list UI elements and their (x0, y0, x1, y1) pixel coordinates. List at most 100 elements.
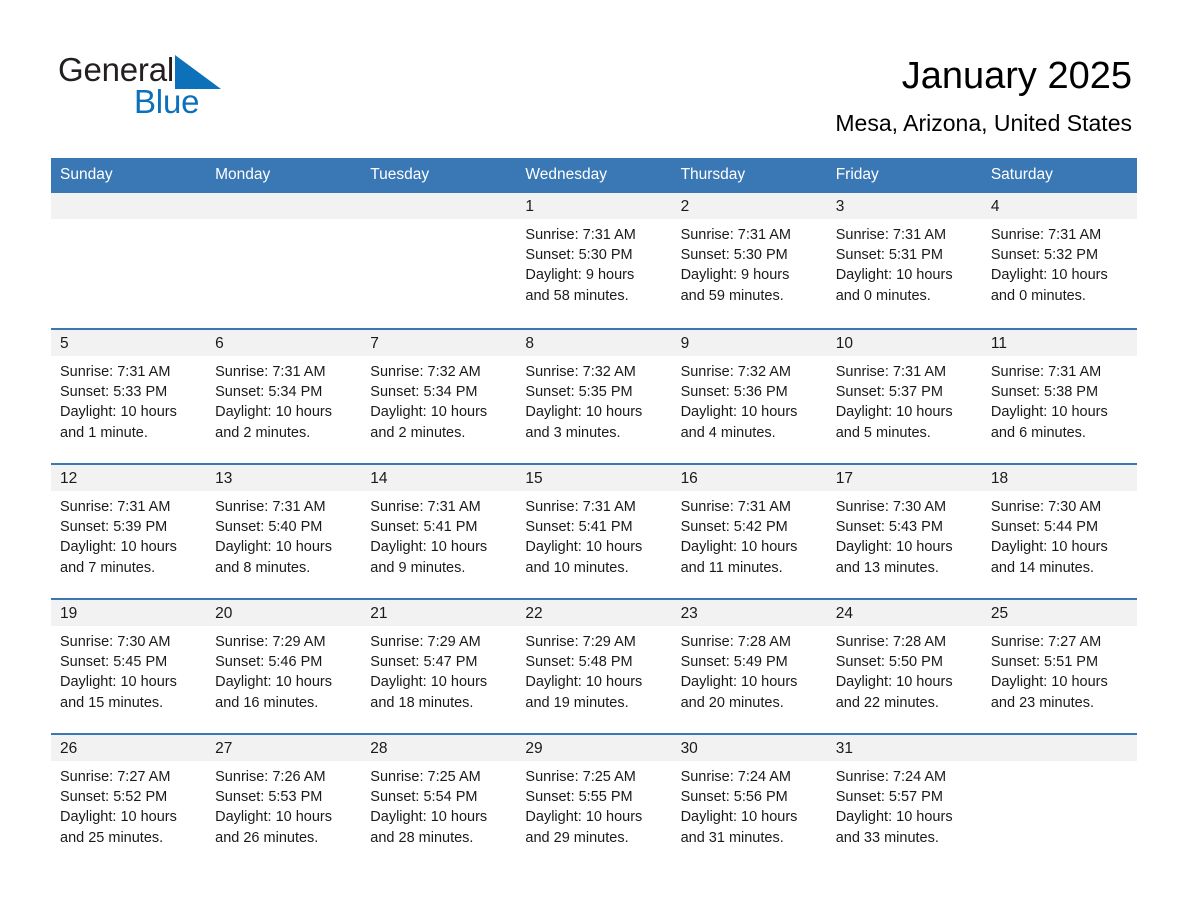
day-detail-line: Sunrise: 7:31 AM (835, 364, 947, 380)
weekday-header-friday: Friday (826, 158, 982, 193)
calendar-cell (206, 193, 362, 328)
calendar-day[interactable]: 10 Sunrise: 7:31 AM Sunset: 5:37 PM Dayligh… (826, 328, 982, 461)
calendar-day[interactable]: 25 Sunrise: 7:27 AM Sunset: 5:51 PM Dayligh… (981, 598, 1137, 731)
calendar-day-empty (981, 733, 1137, 866)
calendar-week-row: 12 Sunrise: 7:31 AM Sunset: 5:39 PM Dayligh… (51, 463, 1137, 598)
calendar-cell: 30 Sunrise: 7:24 AM Sunset: 5:56 PM Dayligh… (671, 733, 827, 868)
calendar-day[interactable]: 11 Sunrise: 7:31 AM Sunset: 5:38 PM Dayligh… (981, 328, 1137, 461)
calendar-day[interactable]: 18 Sunrise: 7:30 AM Sunset: 5:44 PM Dayligh… (981, 463, 1137, 596)
calendar-day[interactable]: 28 Sunrise: 7:25 AM Sunset: 5:54 PM Dayligh… (361, 733, 517, 866)
day-details: Sunrise: 7:26 AM Sunset: 5:53 PM Daylight:… (206, 761, 361, 848)
calendar-day[interactable]: 19 Sunrise: 7:30 AM Sunset: 5:45 PM Dayligh… (51, 598, 207, 731)
day-detail-line: Sunrise: 7:30 AM (990, 499, 1102, 515)
day-detail-line: Sunrise: 7:31 AM (990, 227, 1102, 243)
day-number (51, 193, 207, 219)
calendar-day[interactable]: 27 Sunrise: 7:26 AM Sunset: 5:53 PM Dayligh… (206, 733, 362, 866)
day-detail-line: Sunset: 5:43 PM (835, 519, 943, 536)
calendar-cell: 14 Sunrise: 7:31 AM Sunset: 5:41 PM Dayligh… (361, 463, 517, 598)
calendar-cell: 5 Sunrise: 7:31 AM Sunset: 5:33 PM Daylight… (51, 328, 207, 463)
day-detail-line: Daylight: 10 hours (370, 809, 488, 826)
day-number: 20 (206, 600, 362, 626)
calendar-cell: 2 Sunrise: 7:31 AM Sunset: 5:30 PM Daylight… (671, 193, 827, 328)
calendar-cell (51, 193, 207, 328)
calendar-day[interactable]: 14 Sunrise: 7:31 AM Sunset: 5:41 PM Dayligh… (361, 463, 517, 596)
calendar-day[interactable]: 26 Sunrise: 7:27 AM Sunset: 5:52 PM Dayligh… (51, 733, 207, 866)
calendar-day[interactable]: 17 Sunrise: 7:30 AM Sunset: 5:43 PM Dayligh… (826, 463, 982, 596)
calendar-day[interactable]: 13 Sunrise: 7:31 AM Sunset: 5:40 PM Dayligh… (206, 463, 362, 596)
day-detail-line: Daylight: 10 hours (60, 539, 177, 556)
calendar-cell: 19 Sunrise: 7:30 AM Sunset: 5:45 PM Dayligh… (51, 598, 207, 733)
day-detail-line: Daylight: 10 hours (60, 674, 177, 691)
day-details (206, 219, 361, 225)
calendar-day[interactable]: 23 Sunrise: 7:28 AM Sunset: 5:49 PM Dayligh… (671, 598, 827, 731)
calendar-day[interactable]: 22 Sunrise: 7:29 AM Sunset: 5:48 PM Dayligh… (516, 598, 672, 731)
calendar-day[interactable]: 4 Sunrise: 7:31 AM Sunset: 5:32 PM Daylight… (981, 193, 1137, 326)
day-detail-line: and 22 minutes. (835, 694, 939, 711)
day-number: 23 (671, 600, 827, 626)
calendar-day[interactable]: 12 Sunrise: 7:31 AM Sunset: 5:39 PM Dayligh… (51, 463, 207, 596)
calendar-day[interactable]: 1 Sunrise: 7:31 AM Sunset: 5:30 PM Daylight… (516, 193, 672, 326)
day-detail-line: and 5 minutes. (835, 424, 931, 441)
day-details: Sunrise: 7:27 AM Sunset: 5:51 PM Daylight:… (982, 626, 1137, 713)
title-block: January 2025 Mesa, Arizona, United State… (835, 52, 1132, 138)
calendar-cell: 7 Sunrise: 7:32 AM Sunset: 5:34 PM Daylight… (361, 328, 517, 463)
day-detail-line: and 19 minutes. (525, 694, 629, 711)
calendar-day[interactable]: 15 Sunrise: 7:31 AM Sunset: 5:41 PM Dayligh… (516, 463, 672, 596)
calendar-cell: 29 Sunrise: 7:25 AM Sunset: 5:55 PM Dayligh… (516, 733, 672, 868)
day-number: 6 (206, 330, 362, 356)
day-detail-line: Sunset: 5:33 PM (60, 384, 168, 401)
day-details: Sunrise: 7:24 AM Sunset: 5:57 PM Daylight:… (827, 761, 982, 848)
calendar-table: Sunday Monday Tuesday Wednesday Thursday… (51, 158, 1137, 868)
day-detail-line: Sunrise: 7:32 AM (680, 364, 791, 380)
day-details: Sunrise: 7:29 AM Sunset: 5:46 PM Daylight:… (206, 626, 361, 713)
calendar-cell: 24 Sunrise: 7:28 AM Sunset: 5:50 PM Dayligh… (826, 598, 982, 733)
calendar-day[interactable]: 20 Sunrise: 7:29 AM Sunset: 5:46 PM Dayligh… (206, 598, 362, 731)
calendar-day[interactable]: 9 Sunrise: 7:32 AM Sunset: 5:36 PM Daylight… (671, 328, 827, 461)
day-detail-line: Sunrise: 7:25 AM (525, 769, 636, 785)
day-number: 2 (671, 193, 827, 219)
day-details: Sunrise: 7:31 AM Sunset: 5:30 PM Daylight:… (672, 219, 827, 306)
day-details: Sunrise: 7:31 AM Sunset: 5:32 PM Daylight:… (982, 219, 1137, 306)
calendar-day[interactable]: 5 Sunrise: 7:31 AM Sunset: 5:33 PM Daylight… (51, 328, 207, 461)
calendar-cell: 20 Sunrise: 7:29 AM Sunset: 5:46 PM Dayligh… (206, 598, 362, 733)
generalblue-logo[interactable]: General Blue (58, 52, 278, 122)
calendar-cell: 22 Sunrise: 7:29 AM Sunset: 5:48 PM Dayligh… (516, 598, 672, 733)
calendar-week-row: 5 Sunrise: 7:31 AM Sunset: 5:33 PM Daylight… (51, 328, 1137, 463)
day-details: Sunrise: 7:31 AM Sunset: 5:38 PM Daylight:… (982, 356, 1137, 443)
day-detail-line: Sunrise: 7:31 AM (60, 499, 171, 515)
calendar-day[interactable]: 7 Sunrise: 7:32 AM Sunset: 5:34 PM Daylight… (361, 328, 517, 461)
calendar-day[interactable]: 30 Sunrise: 7:24 AM Sunset: 5:56 PM Dayligh… (671, 733, 827, 866)
day-details (361, 219, 516, 225)
day-detail-line: Sunrise: 7:30 AM (60, 634, 171, 650)
calendar-day[interactable]: 29 Sunrise: 7:25 AM Sunset: 5:55 PM Dayligh… (516, 733, 672, 866)
calendar-cell: 3 Sunrise: 7:31 AM Sunset: 5:31 PM Daylight… (826, 193, 982, 328)
calendar-day[interactable]: 24 Sunrise: 7:28 AM Sunset: 5:50 PM Dayligh… (826, 598, 982, 731)
calendar-day-empty (51, 193, 207, 326)
weekday-header-thursday: Thursday (671, 158, 827, 193)
day-details: Sunrise: 7:32 AM Sunset: 5:35 PM Daylight:… (516, 356, 671, 443)
day-detail-line: and 23 minutes. (990, 694, 1095, 711)
day-detail-line: Sunset: 5:42 PM (680, 519, 788, 536)
day-detail-line: Daylight: 10 hours (215, 809, 333, 826)
day-details: Sunrise: 7:25 AM Sunset: 5:54 PM Daylight:… (361, 761, 516, 848)
day-detail-line: Daylight: 10 hours (835, 674, 953, 691)
calendar-day[interactable]: 31 Sunrise: 7:24 AM Sunset: 5:57 PM Dayligh… (826, 733, 982, 866)
day-detail-line: Sunset: 5:46 PM (215, 654, 323, 671)
day-detail-line: Daylight: 10 hours (525, 404, 643, 421)
day-detail-line: and 4 minutes. (680, 424, 776, 441)
day-details: Sunrise: 7:27 AM Sunset: 5:52 PM Daylight:… (51, 761, 206, 848)
calendar-day[interactable]: 3 Sunrise: 7:31 AM Sunset: 5:31 PM Daylight… (826, 193, 982, 326)
calendar-day[interactable]: 16 Sunrise: 7:31 AM Sunset: 5:42 PM Dayligh… (671, 463, 827, 596)
day-number: 27 (206, 735, 362, 761)
day-detail-line: and 58 minutes. (525, 287, 629, 304)
calendar-day[interactable]: 8 Sunrise: 7:32 AM Sunset: 5:35 PM Daylight… (516, 328, 672, 461)
calendar-cell: 9 Sunrise: 7:32 AM Sunset: 5:36 PM Daylight… (671, 328, 827, 463)
day-detail-line: Daylight: 10 hours (215, 404, 333, 421)
calendar-cell: 15 Sunrise: 7:31 AM Sunset: 5:41 PM Dayligh… (516, 463, 672, 598)
page-header: General Blue January 2025 Mesa, Arizona,… (0, 0, 1188, 158)
calendar-day[interactable]: 6 Sunrise: 7:31 AM Sunset: 5:34 PM Daylight… (206, 328, 362, 461)
day-detail-line: and 7 minutes. (60, 559, 156, 576)
calendar-day[interactable]: 21 Sunrise: 7:29 AM Sunset: 5:47 PM Dayligh… (361, 598, 517, 731)
calendar-day[interactable]: 2 Sunrise: 7:31 AM Sunset: 5:30 PM Daylight… (671, 193, 827, 326)
day-details: Sunrise: 7:29 AM Sunset: 5:48 PM Daylight:… (516, 626, 671, 713)
